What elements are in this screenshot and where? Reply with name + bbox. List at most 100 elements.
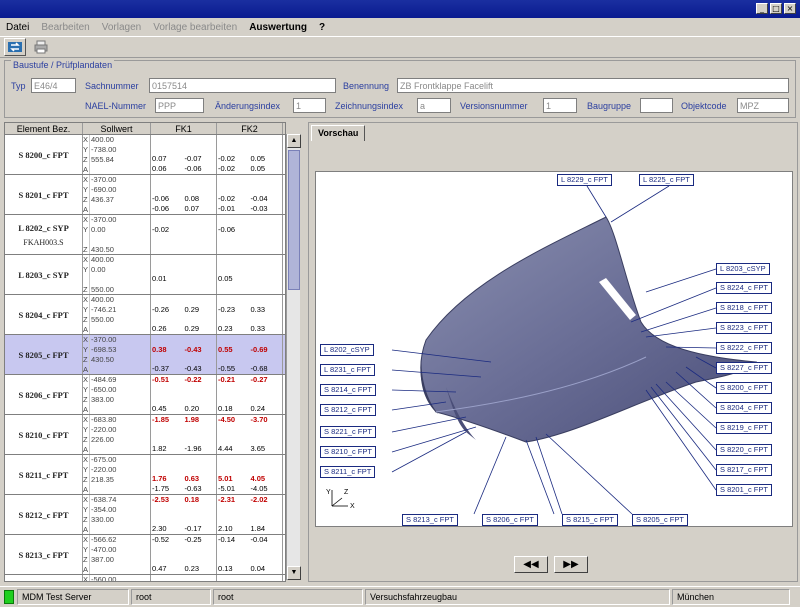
element-name: S 8206_c FPT xyxy=(18,389,69,400)
table-row[interactable]: L 8203_c SYP X Y Z 400.00 0.00 550.00 0.01 0.05 xyxy=(5,255,285,295)
menu-item-0[interactable]: Datei xyxy=(6,22,29,33)
menu-item-1[interactable]: Bearbeiten xyxy=(41,22,89,33)
table-row[interactable]: X -560.00 xyxy=(5,575,285,581)
fk2-value: 0.23 xyxy=(218,324,233,333)
menu-item-2[interactable]: Vorlagen xyxy=(102,22,141,33)
point-callout[interactable]: L 8229_c FPT xyxy=(557,174,612,186)
col-fk2[interactable]: FK2 xyxy=(217,123,283,134)
fk2-value xyxy=(250,515,283,525)
point-callout[interactable]: S 8217_c FPT xyxy=(716,464,772,476)
table-row[interactable]: S 8201_c FPT X Y Z A -370.00 -690.00 436.37 -0.0… xyxy=(5,175,285,215)
point-callout[interactable]: S 8220_c FPT xyxy=(716,444,772,456)
callout-leader-line xyxy=(545,433,633,515)
zeichnungsindex-field[interactable]: a xyxy=(417,98,451,113)
point-callout[interactable]: S 8218_c FPT xyxy=(716,302,772,314)
point-callout[interactable]: S 8211_c FPT xyxy=(320,466,376,478)
point-callout[interactable]: S 8219_c FPT xyxy=(716,422,772,434)
table-row[interactable]: S 8211_c FPT X Y Z A -675.00 -220.00 218.35 1.76… xyxy=(5,455,285,495)
point-callout[interactable]: S 8222_c FPT xyxy=(716,342,772,354)
versionsnummer-field[interactable]: 1 xyxy=(543,98,577,113)
fk1-cell xyxy=(151,575,217,581)
table-row[interactable]: S 8204_c FPT X Y Z A 400.00 -746.21 550.00 -0.26… xyxy=(5,295,285,335)
table-row[interactable]: S 8205_c FPT X Y Z A -370.00 -698.53 430.50 0.38… xyxy=(5,335,285,375)
baugruppe-field[interactable] xyxy=(640,98,673,113)
typ-field[interactable]: E46/4 xyxy=(31,78,76,93)
table-row[interactable]: L 8202_c SYP FKAH003.S X Y Z -370.00 0.00 430.5… xyxy=(5,215,285,255)
axis-label: Z xyxy=(83,285,88,294)
point-callout[interactable]: S 8223_c FPT xyxy=(716,322,772,334)
scroll-up-button[interactable]: ▲ xyxy=(287,134,301,148)
preview-canvas[interactable]: Y XZ L 8229_c FPT L 8225_c FPT L 8203_cSYP S… xyxy=(315,171,793,527)
print-button[interactable] xyxy=(30,38,52,56)
fk1-value xyxy=(151,284,184,294)
fk1-value xyxy=(184,575,217,581)
nael-field[interactable]: PPP xyxy=(155,98,204,113)
col-fk1[interactable]: FK1 xyxy=(151,123,217,134)
table-row[interactable]: S 8210_c FPT X Y Z A -683.80 -220.00 226.00 -1.8… xyxy=(5,415,285,455)
fk1-value xyxy=(184,274,217,284)
point-callout[interactable]: S 8221_c FPT xyxy=(320,426,376,438)
point-callout[interactable]: S 8227_c FPT xyxy=(716,362,772,374)
menu-item-3[interactable]: Vorlage bearbeiten xyxy=(153,22,237,33)
axes-cell: XYZA xyxy=(83,135,90,174)
next-button[interactable]: ▶▶ xyxy=(554,556,588,573)
sollwert-value: -698.53 xyxy=(91,345,117,354)
table-header: Element Bez. Sollwert FK1 FK2 xyxy=(5,123,285,135)
prev-button[interactable]: ◀◀ xyxy=(514,556,548,573)
point-callout[interactable]: S 8200_c FPT xyxy=(716,382,772,394)
point-callout[interactable]: L 8231_c FPT xyxy=(320,364,375,376)
fk1-value: 0.06 xyxy=(152,164,167,173)
refresh-button[interactable] xyxy=(4,38,26,56)
table-row[interactable]: S 8206_c FPT X Y Z A -484.69 -650.00 383.00 -0.5… xyxy=(5,375,285,415)
title-bar: _ □ × xyxy=(0,0,800,18)
maximize-button[interactable]: □ xyxy=(770,3,782,14)
table-row[interactable]: S 8212_c FPT X Y Z A -638.74 -354.00 330.00 -2.5… xyxy=(5,495,285,535)
point-callout[interactable]: L 8203_cSYP xyxy=(716,263,770,275)
fk2-value xyxy=(250,505,283,515)
sollwert-value: -738.00 xyxy=(91,145,117,154)
point-callout[interactable]: L 8202_cSYP xyxy=(320,344,374,356)
element-name: S 8205_c FPT xyxy=(18,349,69,360)
point-callout[interactable]: L 8225_c FPT xyxy=(639,174,694,186)
sollwert-value: -470.00 xyxy=(91,545,117,554)
point-callout[interactable]: S 8210_c FPT xyxy=(320,446,376,458)
menu-item-5[interactable]: ? xyxy=(319,22,325,33)
fk1-cell: 0.07 -0.07 0.06 -0.06 xyxy=(151,135,217,174)
sollwert-cell: -484.69 -650.00 383.00 xyxy=(90,375,151,414)
minimize-button[interactable]: _ xyxy=(756,3,768,14)
point-callout[interactable]: S 8204_c FPT xyxy=(716,402,772,414)
menu-item-4[interactable]: Auswertung xyxy=(249,22,307,33)
close-button[interactable]: × xyxy=(784,3,796,14)
scroll-down-button[interactable]: ▼ xyxy=(287,566,301,580)
point-callout[interactable]: S 8214_c FPT xyxy=(320,384,376,396)
col-element[interactable]: Element Bez. xyxy=(5,123,83,134)
axis-label: X xyxy=(83,415,89,424)
fk1-cell: -0.52 -0.25 0.47 0.23 xyxy=(151,535,217,574)
point-callout[interactable]: S 8206_c FPT xyxy=(482,514,538,526)
axis-label: Y xyxy=(83,225,89,234)
objektcode-field[interactable]: MPZ xyxy=(737,98,789,113)
col-sollwert[interactable]: Sollwert xyxy=(83,123,151,134)
point-callout[interactable]: S 8224_c FPT xyxy=(716,282,772,294)
point-callout[interactable]: S 8201_c FPT xyxy=(716,484,772,496)
point-callout[interactable]: S 8205_c FPT xyxy=(632,514,688,526)
point-callout[interactable]: S 8212_c FPT xyxy=(320,404,376,416)
table-row[interactable]: S 8200_c FPT X Y Z A 400.00 -738.00 555.84 0.07-… xyxy=(5,135,285,175)
fk2-value xyxy=(217,215,250,225)
tab-vorschau[interactable]: Vorschau xyxy=(311,125,366,141)
callout-leader-line xyxy=(645,389,717,491)
scroll-thumb[interactable] xyxy=(288,150,300,290)
benennung-field[interactable]: ZB Frontklappe Facelift xyxy=(397,78,789,93)
fk1-cell: -0.51 -0.22 0.45 0.20 xyxy=(151,375,217,414)
aenderungsindex-field[interactable]: 1 xyxy=(293,98,326,113)
axis-label: Z xyxy=(83,355,88,364)
point-callout[interactable]: S 8213_c FPT xyxy=(402,514,458,526)
sollwert-cell: -683.80 -220.00 226.00 xyxy=(90,415,151,454)
axis-label: Z xyxy=(83,245,88,254)
sollwert-cell: -370.00 -698.53 430.50 xyxy=(90,335,151,374)
sachnummer-field[interactable]: 0157514 xyxy=(149,78,336,93)
point-callout[interactable]: S 8215_c FPT xyxy=(562,514,618,526)
axis-label: A xyxy=(83,205,89,214)
table-scrollbar[interactable]: ▲ ▼ xyxy=(286,134,301,580)
table-row[interactable]: S 8213_c FPT X Y Z A -566.62 -470.00 387.00 -0.5… xyxy=(5,535,285,575)
